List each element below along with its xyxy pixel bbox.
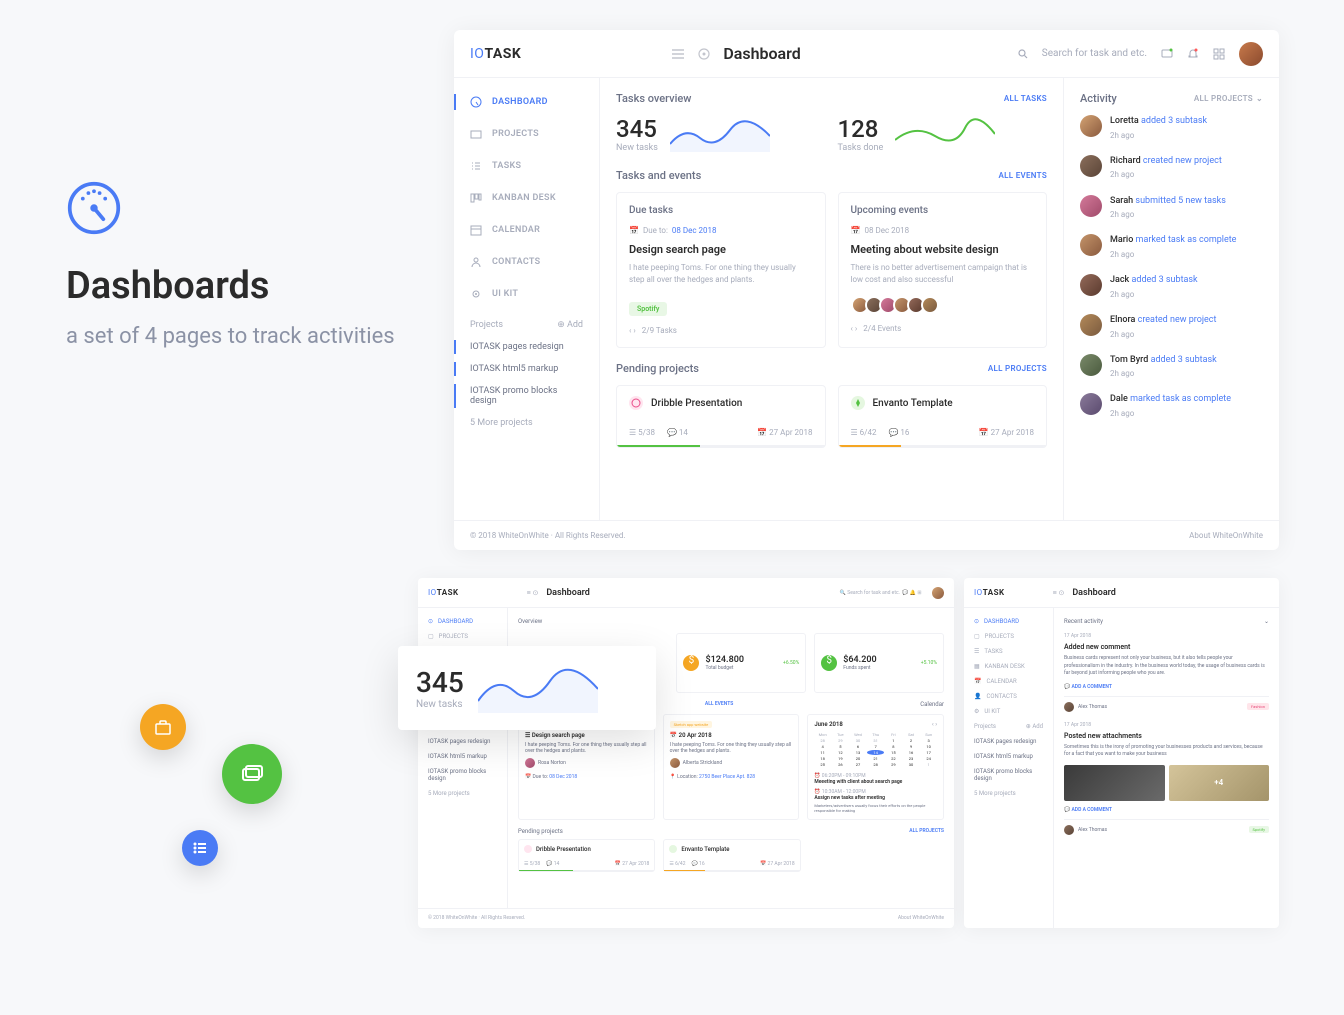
- sidebar-item-uikit[interactable]: UI KIT: [454, 278, 599, 310]
- activity-item[interactable]: Mario marked task as complete2h ago: [1080, 234, 1263, 260]
- envato-icon: [853, 398, 863, 408]
- prev-next-nav[interactable]: ‹ ›: [851, 324, 858, 333]
- bell-icon[interactable]: [1187, 48, 1199, 60]
- app-header: IOTASK Dashboard Search for task and etc…: [454, 30, 1279, 78]
- contacts-icon: [470, 256, 482, 268]
- logo[interactable]: IOTASK: [470, 46, 521, 62]
- activity-filter[interactable]: ALL PROJECTS ⌄: [1194, 94, 1263, 103]
- grid-icon[interactable]: [1213, 48, 1225, 60]
- activity-heading: Activity: [1080, 92, 1117, 105]
- stat-done-tasks: 128Tasks done: [838, 115, 1048, 153]
- sidebar-projects-header: Projects⊕ Add: [454, 310, 599, 336]
- about-link[interactable]: About WhiteOnWhite: [1189, 531, 1263, 540]
- sidebar: DASHBOARD PROJECTS TASKS KANBAN DESK CAL…: [454, 78, 600, 520]
- all-tasks-link[interactable]: ALL TASKS: [1004, 94, 1047, 103]
- all-events-link[interactable]: ALL EVENTS: [999, 171, 1047, 180]
- activity-item[interactable]: Richard created new project2h ago: [1080, 155, 1263, 181]
- sidebar-item-projects[interactable]: PROJECTS: [454, 118, 599, 150]
- prev-next-nav[interactable]: ‹ ›: [629, 326, 636, 335]
- promo-title: Dashboards: [66, 264, 406, 308]
- activity-item[interactable]: Dale marked task as complete2h ago: [1080, 393, 1263, 419]
- header-content: Dashboard Search for task and etc.: [671, 42, 1263, 66]
- sidebar-project-2[interactable]: IOTASK html5 markup: [454, 358, 599, 380]
- sidebar-item-calendar[interactable]: CALENDAR: [454, 214, 599, 246]
- promo-subtitle: a set of 4 pages to track activities: [66, 320, 406, 353]
- preview-dashboard-2: IOTASK ≡ ⊙ Dashboard 🔍 Search for task a…: [418, 578, 954, 928]
- briefcase-icon: [153, 717, 173, 737]
- pending-card-2[interactable]: Envanto Template ☰ 6/42💬 16📅 27 Apr 2018: [838, 385, 1048, 448]
- activity-item[interactable]: Loretta added 3 subtask2h ago: [1080, 115, 1263, 141]
- list-circle-button[interactable]: [182, 830, 218, 866]
- activity-item[interactable]: Jack added 3 subtask2h ago: [1080, 274, 1263, 300]
- tasks-events-heading: Tasks and events: [616, 169, 701, 182]
- page-title: Dashboard: [723, 44, 800, 63]
- menu-icon[interactable]: [671, 47, 685, 61]
- sparkline-done: [895, 116, 995, 152]
- activity-item[interactable]: Sarah submitted 5 new tasks2h ago: [1080, 195, 1263, 221]
- chat-icon[interactable]: [1161, 48, 1173, 60]
- sidebar-item-tasks[interactable]: TASKS: [454, 150, 599, 182]
- due-tasks-card: Due tasks 📅Due to: 08 Dec 2018 Design se…: [616, 192, 826, 348]
- sidebar-item-dashboard[interactable]: DASHBOARD: [454, 86, 599, 118]
- activity-item[interactable]: Tom Byrd added 3 subtask2h ago: [1080, 354, 1263, 380]
- sidebar-more-projects[interactable]: 5 More projects: [454, 412, 599, 434]
- attendee-avatars: [851, 296, 1035, 314]
- sparkline-new: [670, 116, 770, 152]
- stat-new-tasks: 345New tasks: [616, 115, 826, 153]
- sidebar-project-1[interactable]: IOTASK pages redesign: [454, 336, 599, 358]
- dribble-icon: [631, 398, 641, 408]
- folder-icon: [470, 128, 482, 140]
- main-content: Tasks overview ALL TASKS 345New tasks 128…: [600, 78, 1064, 520]
- main-app-window: IOTASK Dashboard Search for task and etc…: [454, 30, 1279, 550]
- user-avatar[interactable]: [1239, 42, 1263, 66]
- briefcase-circle-button[interactable]: [140, 704, 186, 750]
- add-project-button[interactable]: ⊕ Add: [557, 320, 583, 330]
- upcoming-events-card: Upcoming events 📅08 Dec 2018 Meeting abo…: [838, 192, 1048, 348]
- overlay-sparkline: [478, 663, 598, 713]
- header-actions: Search for task and etc.: [1018, 42, 1263, 66]
- gear-icon: [470, 288, 482, 300]
- target-icon[interactable]: [697, 47, 711, 61]
- calendar-icon: [470, 224, 482, 236]
- sidebar-item-contacts[interactable]: CONTACTS: [454, 246, 599, 278]
- overview-heading: Tasks overview: [616, 92, 691, 105]
- gauge-icon: [66, 180, 122, 236]
- search-icon[interactable]: [1018, 49, 1028, 59]
- pending-card-1[interactable]: Dribble Presentation ☰ 5/38💬 14📅 27 Apr …: [616, 385, 826, 448]
- activity-panel: Activity ALL PROJECTS ⌄ Loretta added 3 s…: [1064, 78, 1279, 520]
- copyright: © 2018 WhiteOnWhite · All Rights Reserve…: [470, 531, 625, 540]
- preview-dashboard-3: IOTASK ≡ ⊙ Dashboard ⊙DASHBOARD ▢PROJECT…: [964, 578, 1279, 928]
- search-placeholder[interactable]: Search for task and etc.: [1042, 48, 1147, 59]
- gauge-icon: [470, 96, 482, 108]
- pending-heading: Pending projects: [616, 362, 699, 375]
- activity-item[interactable]: Elnora created new project2h ago: [1080, 314, 1263, 340]
- cards-circle-button[interactable]: [222, 744, 282, 804]
- app-footer: © 2018 WhiteOnWhite · All Rights Reserve…: [454, 520, 1279, 550]
- tag-spotify[interactable]: Spotify: [629, 302, 667, 316]
- all-projects-link[interactable]: ALL PROJECTS: [988, 364, 1047, 373]
- kanban-icon: [470, 192, 482, 204]
- list-icon: [192, 840, 208, 856]
- cards-icon: [239, 761, 265, 787]
- sidebar-item-kanban[interactable]: KANBAN DESK: [454, 182, 599, 214]
- sidebar-project-3[interactable]: IOTASK promo blocks design: [454, 380, 599, 412]
- overlay-stat-card: 345 New tasks: [398, 646, 656, 730]
- tasks-icon: [470, 160, 482, 172]
- promo-section: Dashboards a set of 4 pages to track act…: [66, 180, 406, 353]
